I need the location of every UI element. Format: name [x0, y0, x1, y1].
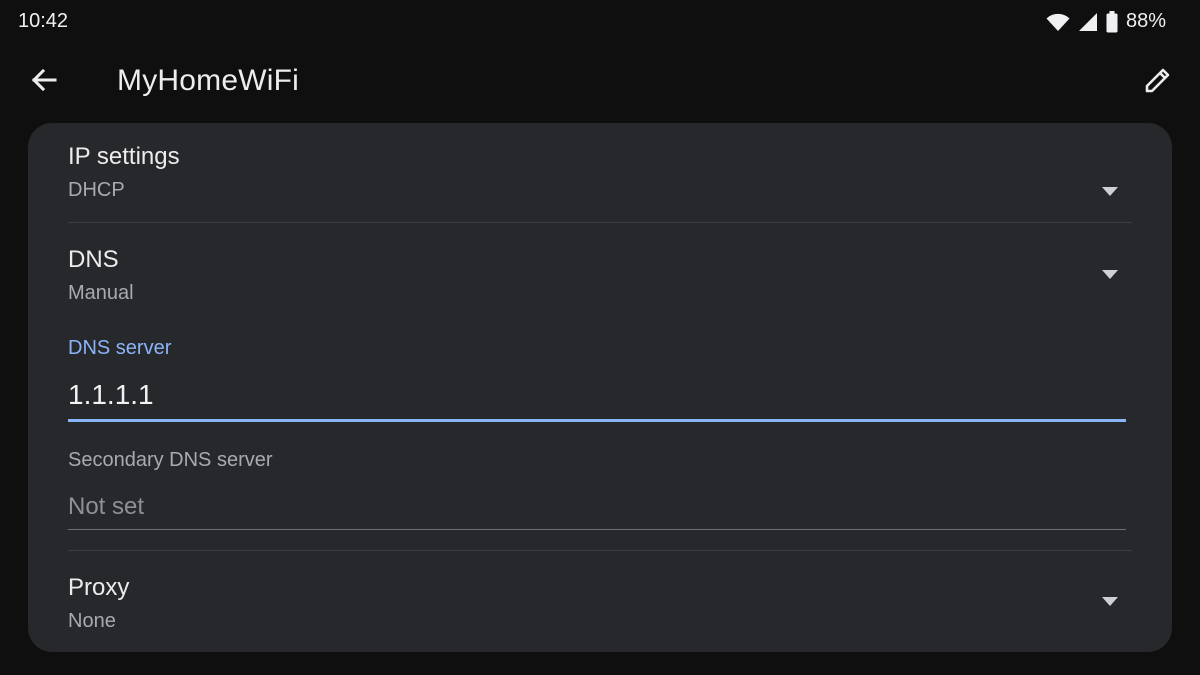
chevron-down-icon: [1102, 187, 1118, 196]
page-title: MyHomeWiFi: [117, 64, 299, 97]
network-settings-card: IP settings DHCP DNS Manual DNS server S…: [28, 123, 1172, 652]
battery-percentage: 88%: [1125, 10, 1166, 32]
status-icons: 88%: [1046, 10, 1166, 33]
dns-value: Manual: [68, 282, 134, 304]
wifi-icon: [1046, 12, 1070, 32]
proxy-value: None: [68, 610, 116, 632]
secondary-dns-underline: [68, 529, 1126, 530]
ip-settings-value: DHCP: [68, 179, 125, 201]
dns-server-input[interactable]: [68, 373, 1126, 417]
edit-pencil-icon: [1143, 65, 1173, 100]
proxy-title: Proxy: [68, 574, 130, 601]
ip-settings-dropdown[interactable]: IP settings DHCP: [68, 143, 1132, 223]
proxy-dropdown[interactable]: Proxy None: [68, 574, 1132, 644]
status-bar: 10:42 88%: [0, 0, 1200, 44]
status-time: 10:42: [18, 10, 69, 32]
chevron-down-icon: [1102, 597, 1118, 606]
battery-icon: [1106, 10, 1118, 33]
app-bar: MyHomeWiFi: [0, 52, 1200, 112]
chevron-down-icon: [1102, 270, 1118, 279]
ip-settings-title: IP settings: [68, 143, 180, 170]
secondary-dns-label: Secondary DNS server: [68, 449, 273, 471]
dns-title: DNS: [68, 246, 119, 273]
dns-server-label: DNS server: [68, 337, 172, 359]
dns-dropdown[interactable]: DNS Manual: [68, 246, 1132, 326]
cellular-signal-icon: [1078, 12, 1098, 32]
secondary-dns-input[interactable]: [68, 485, 1126, 529]
dns-server-underline: [68, 419, 1126, 422]
back-button[interactable]: [24, 62, 64, 102]
back-arrow-icon: [30, 66, 58, 99]
divider: [68, 222, 1132, 223]
divider: [68, 550, 1132, 551]
edit-button[interactable]: [1138, 62, 1178, 102]
